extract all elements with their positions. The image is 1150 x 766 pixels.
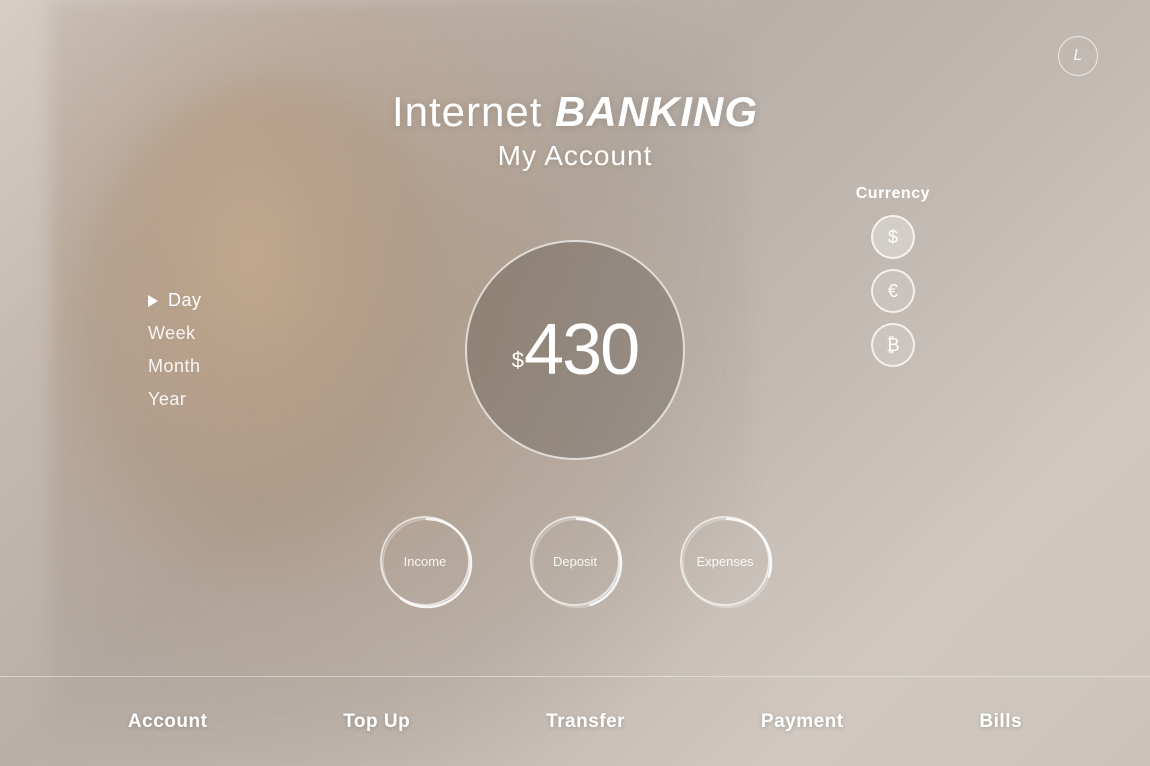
nav-month-label: Month [148, 356, 201, 377]
nav-payment[interactable]: Payment [761, 711, 844, 733]
deposit-circle[interactable]: Deposit [530, 516, 620, 606]
balance-circle: $430 [465, 240, 685, 460]
currency-panel: Currency $ € ₿ [856, 185, 930, 367]
currency-btc[interactable]: ₿ [871, 323, 915, 367]
title-section: Internet BANKING My Account [392, 88, 758, 172]
currency-usd[interactable]: $ [871, 215, 915, 259]
currency-panel-label: Currency [856, 185, 930, 203]
logo-icon[interactable]: L [1058, 36, 1098, 76]
nav-bills[interactable]: Bills [979, 711, 1022, 733]
nav-transfer[interactable]: Transfer [546, 711, 625, 733]
nav-day[interactable]: Day [148, 290, 202, 311]
nav-year-label: Year [148, 389, 186, 410]
nav-topup[interactable]: Top Up [343, 711, 410, 733]
amount-display: $430 [512, 309, 638, 391]
nav-week[interactable]: Week [148, 323, 202, 344]
play-icon [148, 295, 158, 307]
income-circle[interactable]: Income [380, 516, 470, 606]
title-prefix: Internet [392, 88, 555, 135]
currency-buttons: $ € ₿ [856, 215, 930, 367]
expenses-circle[interactable]: Expenses [680, 516, 770, 606]
nav-day-label: Day [168, 290, 202, 311]
time-nav: Day Week Month Year [148, 290, 202, 410]
currency-eur[interactable]: € [871, 269, 915, 313]
logo-letter: L [1074, 47, 1083, 65]
main-title-line1: Internet BANKING [392, 88, 758, 136]
nav-year[interactable]: Year [148, 389, 202, 410]
nav-week-label: Week [148, 323, 196, 344]
nav-account[interactable]: Account [128, 711, 208, 733]
bottom-nav: Account Top Up Transfer Payment Bills [0, 676, 1150, 766]
nav-month[interactable]: Month [148, 356, 202, 377]
title-bold: BANKING [555, 88, 758, 135]
stat-circles: Income Deposit Expenses [380, 516, 770, 606]
main-title-line2: My Account [392, 140, 758, 172]
ui-overlay: L Internet BANKING My Account Day Week M… [0, 0, 1150, 766]
balance-amount: 430 [524, 310, 638, 390]
currency-symbol: $ [512, 348, 524, 373]
